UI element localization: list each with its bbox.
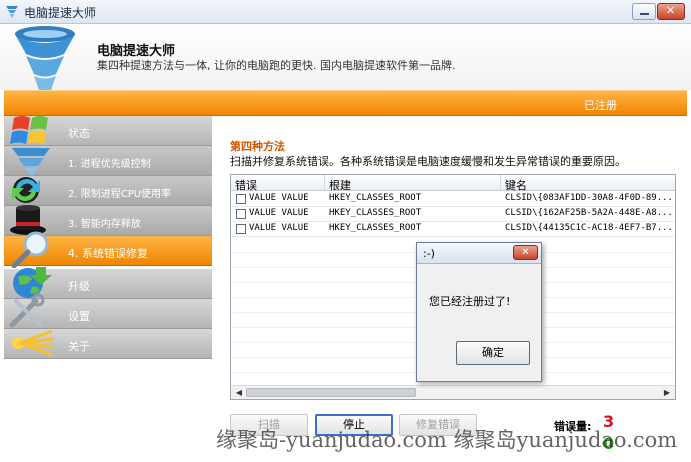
sidebar-item-about[interactable]: 关于 — [4, 329, 212, 359]
watermark: 缘聚岛-yuanjudao.com 缘聚岛yuanjudao.com — [216, 428, 678, 452]
sidebar-item-label: 2. 限制进程CPU使用率 — [68, 189, 172, 200]
light-rays-icon — [12, 329, 55, 357]
sidebar-item-label: 关于 — [68, 340, 90, 353]
sidebar-footer — [4, 361, 212, 456]
title-bar: 电脑提速大师 — [0, 0, 691, 24]
row-checkbox[interactable] — [236, 209, 246, 219]
root-cell: HKEY_CLASSES_ROOT — [329, 193, 422, 203]
error-cell: VALUE VALUE — [249, 193, 309, 203]
section-title: 第四种方法 — [230, 140, 285, 153]
sidebar-item-label: 升级 — [68, 280, 90, 293]
row-checkbox[interactable] — [236, 224, 246, 234]
registration-status: 已注册 — [584, 99, 617, 112]
dialog-body: 您已经注册过了! 确定 — [417, 265, 541, 381]
column-key[interactable]: 键名 — [501, 175, 675, 192]
tornado-app-icon — [6, 6, 18, 18]
sidebar-item-label: 1. 进程优先级控制 — [68, 159, 151, 170]
status-bar: 已注册 — [4, 90, 687, 116]
key-cell: CLSID\{083AF1DD-30A8-4F0D-89... — [505, 193, 673, 203]
dialog-close-icon[interactable]: ✕ — [513, 245, 538, 260]
sidebar-item-label: 状态 — [68, 127, 90, 140]
window-title: 电脑提速大师 — [24, 6, 97, 20]
key-cell: CLSID\{44135C1C-AC18-4EF7-B7... — [505, 223, 673, 233]
table-row[interactable]: VALUE VALUE HKEY_CLASSES_ROOT CLSID\{083… — [231, 192, 675, 207]
error-cell: VALUE VALUE — [249, 223, 309, 233]
dialog-title-bar: :-) ✕ — [417, 243, 541, 264]
dialog-title: :-) — [423, 247, 435, 260]
root-cell: HKEY_CLASSES_ROOT — [329, 208, 422, 218]
sidebar-item-system-repair[interactable]: 4. 系统错误修复 — [4, 231, 212, 268]
root-cell: HKEY_CLASSES_ROOT — [329, 223, 422, 233]
sidebar-item-label: 4. 系统错误修复 — [68, 247, 148, 260]
sidebar-item-label: 3. 智能内存释放 — [68, 219, 141, 230]
dialog-message: 您已经注册过了! — [429, 295, 511, 308]
list-header: 错误 根建 键名 — [231, 175, 675, 192]
dialog-ok-button[interactable]: 确定 — [456, 341, 530, 365]
horizontal-scrollbar[interactable]: ◀ ▶ — [231, 385, 675, 399]
close-button[interactable] — [657, 3, 685, 20]
scroll-right-icon[interactable]: ▶ — [661, 387, 673, 399]
row-checkbox[interactable] — [236, 194, 246, 204]
app-slogan: 集四种提速方法与一体, 让你的电脑跑的更快. 国内电脑提速软件第一品牌. — [97, 59, 456, 72]
registered-dialog: :-) ✕ 您已经注册过了! 确定 — [416, 242, 542, 382]
column-error[interactable]: 错误 — [231, 175, 325, 192]
scrollbar-thumb[interactable] — [246, 388, 416, 397]
section-description: 扫描并修复系统错误。各种系统错误是电脑速度缓慢和发生异常错误的重要原因。 — [230, 155, 626, 168]
table-row[interactable]: VALUE VALUE HKEY_CLASSES_ROOT CLSID\{162… — [231, 207, 675, 222]
sidebar: 状态 1. 进程优先级控制 2. 限制进程CPU使用率 3. 智能内存释放 4.… — [4, 116, 212, 456]
sidebar-item-label: 设置 — [68, 310, 90, 323]
key-cell: CLSID\{162AF25B-5A2A-448E-A8... — [505, 208, 673, 218]
app-header: 电脑提速大师 集四种提速方法与一体, 让你的电脑跑的更快. 国内电脑提速软件第一… — [0, 24, 691, 110]
scroll-left-icon[interactable]: ◀ — [233, 387, 245, 399]
column-root[interactable]: 根建 — [325, 175, 501, 192]
table-row[interactable]: VALUE VALUE HKEY_CLASSES_ROOT CLSID\{441… — [231, 222, 675, 237]
minimize-button[interactable] — [632, 3, 656, 20]
error-cell: VALUE VALUE — [249, 208, 309, 218]
